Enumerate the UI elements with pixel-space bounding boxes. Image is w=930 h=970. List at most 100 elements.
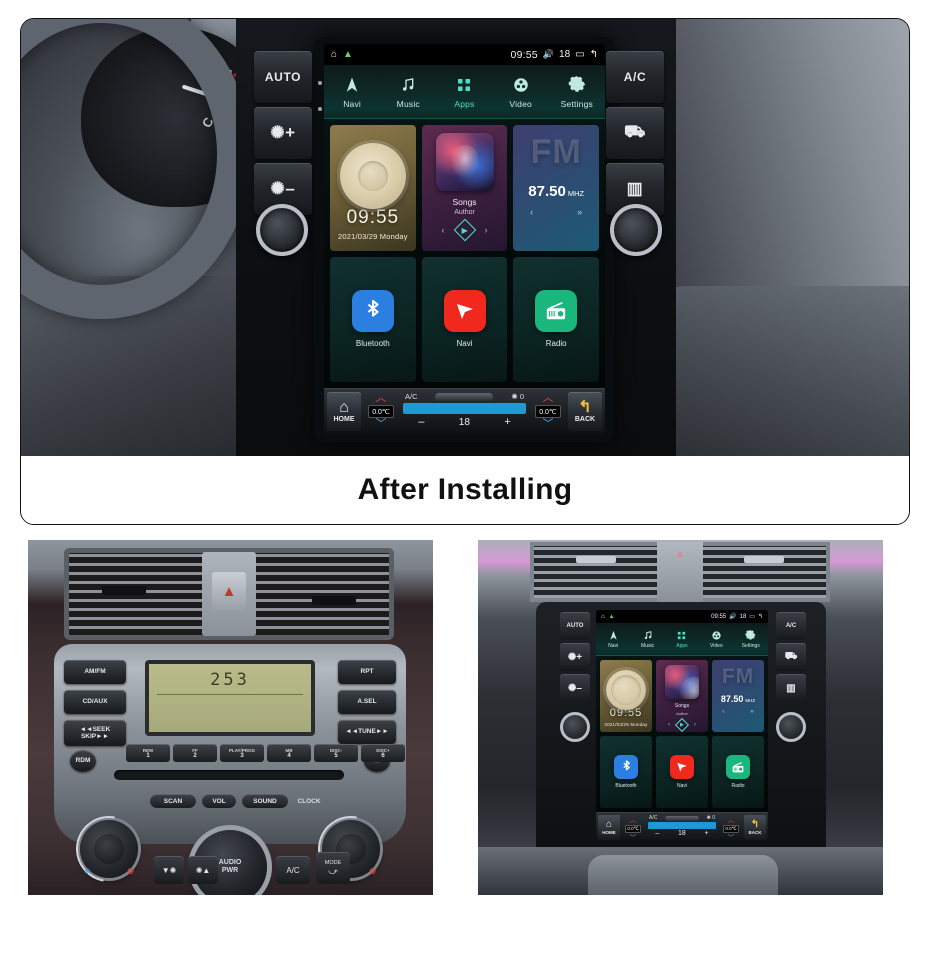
right-temp-control-after[interactable]: ︿ 0.0℃ ﹀ (720, 815, 742, 842)
clock-widget[interactable]: 09:55 2021/03/29 Monday (330, 125, 416, 251)
chevron-left-icon[interactable]: ‹ (668, 722, 670, 728)
vent-mode-indicator[interactable] (435, 392, 494, 401)
chevron-left-icon[interactable]: ‹ (442, 225, 445, 235)
preset-5[interactable]: DISC- 5 (314, 744, 358, 762)
preset-6[interactable]: DISC+ 6 (361, 744, 405, 762)
chevron-right-icon[interactable]: › (485, 225, 488, 235)
vol-button[interactable]: VOL (202, 794, 236, 808)
right-temp-control[interactable]: ︿ 0.0℃ ﹀ (531, 392, 565, 431)
auto-button-after[interactable]: AUTO (560, 612, 590, 640)
chevron-up-icon[interactable]: ︿ (728, 815, 735, 825)
nav-item-video[interactable]: Video (495, 74, 547, 109)
fan-plus-button[interactable]: + (504, 416, 510, 428)
back-button[interactable]: ↰ BACK (568, 392, 602, 431)
fan-up-button[interactable]: ✺+ (254, 107, 312, 159)
rpt-button[interactable]: RPT (338, 660, 396, 684)
chevron-up-icon[interactable]: ︿ (630, 815, 637, 825)
android-robot-icon[interactable]: ▲ (609, 614, 615, 620)
chevron-down-icon[interactable]: ﹀ (728, 833, 735, 842)
rear-defrost-button-after[interactable]: ▥ (776, 674, 806, 702)
android-screen[interactable]: ⌂ ▲ 09:55 🔊 18 ▭ ↰ Navi Music Apps Video… (324, 44, 605, 434)
sound-button[interactable]: SOUND (242, 794, 288, 808)
preset-2[interactable]: FF 2 (173, 744, 217, 762)
fan-plus-button-after[interactable]: + (705, 830, 709, 837)
hazard-button-after[interactable]: ▲ (675, 548, 686, 560)
front-defrost-button-after[interactable]: ⛟ (776, 643, 806, 671)
home-button[interactable]: ⌂ HOME (327, 392, 361, 431)
app-radio[interactable]: Radio (513, 256, 600, 382)
left-temp-control-after[interactable]: ︿ 0.0℃ ﹀ (622, 815, 644, 842)
clock-widget-after[interactable]: 09:55 2021/03/29 Monday (600, 660, 652, 732)
seek-skip-button[interactable]: ◄◄SEEK SKIP►► (64, 720, 126, 746)
back-arrow-icon[interactable]: ↰ (758, 613, 763, 620)
nav-item-apps-after[interactable]: Apps (666, 629, 698, 649)
defrost-fan-button[interactable]: ▼✺ (154, 856, 184, 884)
tune-button[interactable]: ◄◄TUNE►► (338, 720, 396, 744)
fan-speed-bar-after[interactable] (648, 822, 716, 829)
chevron-left-icon[interactable]: ‹ (722, 709, 724, 715)
home-outline-icon[interactable]: ⌂ (331, 49, 337, 60)
music-widget-after[interactable]: Songs Author ‹ ▶ › (656, 660, 708, 732)
rdm-button[interactable]: RDM (70, 750, 96, 772)
app-navi-after[interactable]: Navi (656, 736, 708, 808)
mode-button[interactable]: MODE ⤻ (316, 852, 350, 884)
home-button-after[interactable]: ⌂ HOME (598, 815, 620, 840)
left-knob-after[interactable] (560, 712, 590, 742)
ac-button-after[interactable]: A/C (776, 612, 806, 640)
vent-mode-indicator-after[interactable] (664, 815, 699, 821)
right-tune-knob[interactable] (610, 204, 662, 256)
back-arrow-icon[interactable]: ↰ (590, 49, 598, 60)
chevron-down-icon[interactable]: ﹀ (543, 419, 554, 430)
radio-widget-after[interactable]: FM 87.50 MHZ ‹ » (712, 660, 764, 732)
fan-up-button-after[interactable]: ✺+ (560, 643, 590, 671)
ac-label-after[interactable]: A/C (649, 815, 657, 821)
chevron-up-icon[interactable]: ︿ (376, 393, 387, 404)
app-bluetooth-after[interactable]: Bluetooth (600, 736, 652, 808)
music-widget[interactable]: Songs Author ‹ ▶ › (421, 125, 508, 251)
recents-icon[interactable]: ▭ (749, 613, 755, 620)
scan-button[interactable]: SCAN (150, 794, 196, 808)
chevron-up-icon[interactable]: ︿ (543, 393, 554, 404)
preset-4[interactable]: MB 4 (267, 744, 311, 762)
ac-toggle-button[interactable]: A/C (276, 856, 310, 884)
fan-down-button-after[interactable]: ✺– (560, 674, 590, 702)
back-button-after[interactable]: ↰ BACK (744, 815, 766, 840)
nav-item-video-after[interactable]: Video (700, 629, 732, 649)
chevron-double-right-icon[interactable]: » (577, 207, 582, 217)
fan-up-button[interactable]: ✺▲ (188, 856, 218, 884)
app-bluetooth[interactable]: Bluetooth (330, 256, 416, 382)
preset-1[interactable]: REW 1 (126, 744, 170, 762)
nav-item-music[interactable]: Music (382, 74, 434, 109)
clock-button[interactable]: CLOCK (292, 794, 326, 808)
android-screen-after[interactable]: ⌂ ▲ 09:55 🔊 18 ▭ ↰ Navi Music Apps Video… (596, 610, 768, 842)
preset-3[interactable]: PLAY/PROG 3 (220, 744, 264, 762)
left-temp-control[interactable]: ︿ 0.0℃ ﹀ (364, 392, 398, 431)
fan-minus-button[interactable]: – (418, 416, 424, 428)
amfm-button[interactable]: AM/FM (64, 660, 126, 684)
home-outline-icon[interactable]: ⌂ (601, 614, 605, 620)
fan-minus-button-after[interactable]: – (655, 830, 659, 837)
app-navi[interactable]: Navi (421, 256, 508, 382)
ac-label[interactable]: A/C (405, 392, 418, 401)
auto-button[interactable]: AUTO (254, 51, 312, 103)
asel-button[interactable]: A.SEL (338, 690, 396, 714)
cdaux-button[interactable]: CD/AUX (64, 690, 126, 714)
nav-item-apps[interactable]: Apps (438, 74, 490, 109)
nav-item-music-after[interactable]: Music (632, 629, 664, 649)
radio-widget[interactable]: FM 87.50 MHZ ‹ » (513, 125, 600, 251)
front-defrost-button[interactable]: ⛟ (606, 107, 664, 159)
recents-icon[interactable]: ▭ (575, 49, 584, 60)
chevron-down-icon[interactable]: ﹀ (376, 419, 387, 430)
nav-item-settings[interactable]: Settings (551, 74, 603, 109)
chevron-double-right-icon[interactable]: » (750, 709, 753, 715)
fan-speed-bar[interactable] (403, 403, 526, 414)
play-button[interactable]: ▶ (453, 218, 476, 242)
left-temp-knob[interactable]: ❄ ❂ (63, 803, 155, 895)
app-radio-after[interactable]: Radio (712, 736, 764, 808)
nav-item-navi-after[interactable]: Navi (597, 629, 629, 649)
nav-item-settings-after[interactable]: Settings (735, 629, 767, 649)
android-robot-icon[interactable]: ▲ (343, 49, 353, 60)
chevron-left-icon[interactable]: ‹ (530, 207, 533, 217)
right-knob-after[interactable] (776, 712, 806, 742)
play-button[interactable]: ▶ (674, 717, 690, 732)
